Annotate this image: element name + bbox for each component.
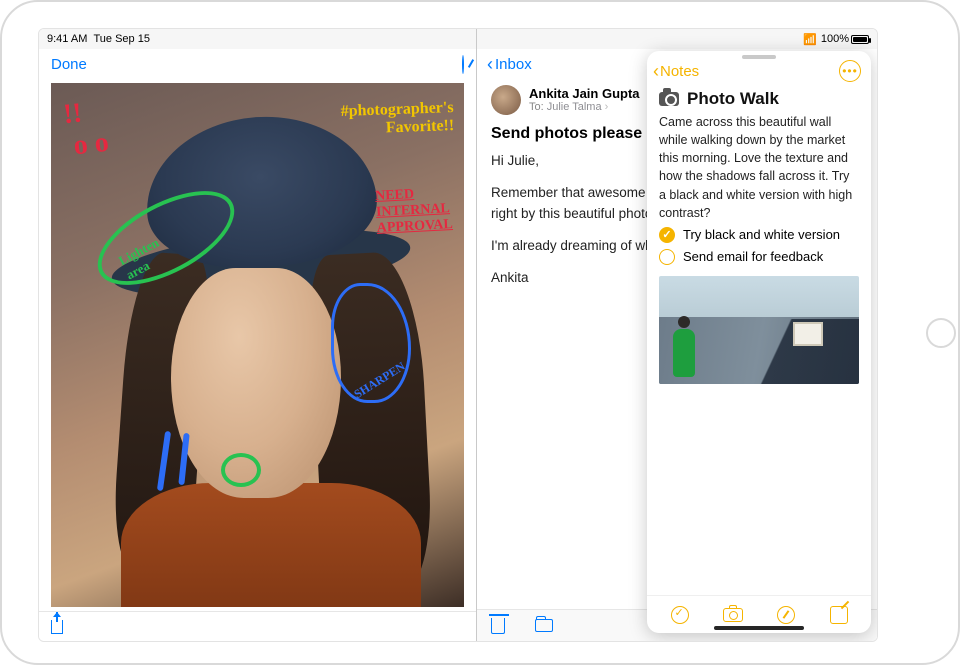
photos-bottom-toolbar <box>39 611 476 641</box>
annotation-photographers-favorite: #photographer's Favorite!! <box>340 99 454 139</box>
folder-icon[interactable] <box>535 619 553 632</box>
checklist-tool-icon[interactable] <box>669 604 691 626</box>
markup-tool-icon[interactable] <box>775 604 797 626</box>
annotation-exclaim: !! o o <box>62 95 110 163</box>
notes-more-button[interactable]: ••• <box>839 60 861 82</box>
screen: 9:41 AM Tue Sep 15 Done !! o o #photogra… <box>38 28 878 642</box>
photo-canvas[interactable]: !! o o #photographer's Favorite!! NEED I… <box>51 83 464 607</box>
checklist-item[interactable]: Send email for feedback <box>647 246 871 268</box>
markup-tool-icon[interactable] <box>462 56 464 73</box>
home-indicator[interactable] <box>714 626 804 630</box>
photos-markup-app: 9:41 AM Tue Sep 15 Done !! o o #photogra… <box>39 29 477 641</box>
markup-toolbar: Done <box>39 49 476 79</box>
battery-indicator: 100% <box>821 33 869 45</box>
share-icon[interactable] <box>51 620 63 634</box>
slideover-grabber[interactable] <box>742 55 776 59</box>
checklist-item[interactable]: Try black and white version <box>647 224 871 246</box>
status-bar-left: 9:41 AM Tue Sep 15 <box>39 29 476 49</box>
sender-avatar[interactable] <box>491 85 521 115</box>
sender-name[interactable]: Ankita Jain Gupta <box>529 86 640 102</box>
wifi-icon: 📶 <box>803 33 817 46</box>
chevron-right-icon: › <box>605 101 609 113</box>
compose-icon[interactable] <box>828 604 850 626</box>
recipient-line[interactable]: To: Julie Talma › <box>529 101 640 114</box>
status-time-date: 9:41 AM Tue Sep 15 <box>47 33 150 45</box>
note-body-text[interactable]: Came across this beautiful wall while wa… <box>647 111 871 224</box>
mail-back-label: Inbox <box>495 56 532 73</box>
note-title[interactable]: Photo Walk <box>687 89 779 109</box>
ipad-frame: 9:41 AM Tue Sep 15 Done !! o o #photogra… <box>0 0 960 665</box>
checklist-label: Send email for feedback <box>683 249 823 264</box>
annotation-need-approval: NEED INTERNAL APPROVAL <box>375 185 453 237</box>
notes-back-button[interactable]: ‹ Notes <box>653 61 699 82</box>
note-attached-photo[interactable] <box>659 276 859 384</box>
camera-tool-icon[interactable] <box>722 604 744 626</box>
camera-icon <box>659 92 679 106</box>
mail-app: 📶 100% ‹ Inbox Ankita Jain Gupta <box>477 29 877 641</box>
checklist-label: Try black and white version <box>683 227 840 242</box>
photo-body <box>121 483 421 607</box>
notes-slideover-panel: ‹ Notes ••• Photo Walk Came across this … <box>647 51 871 633</box>
trash-icon[interactable] <box>491 618 505 634</box>
photo-face <box>171 268 341 498</box>
checkbox-checked-icon[interactable] <box>659 227 675 243</box>
chevron-left-icon: ‹ <box>653 61 659 82</box>
checkbox-unchecked-icon[interactable] <box>659 249 675 265</box>
status-bar-right: 📶 100% <box>477 29 877 49</box>
done-button[interactable]: Done <box>51 56 87 73</box>
home-button[interactable] <box>926 318 956 348</box>
chevron-left-icon: ‹ <box>487 55 493 73</box>
